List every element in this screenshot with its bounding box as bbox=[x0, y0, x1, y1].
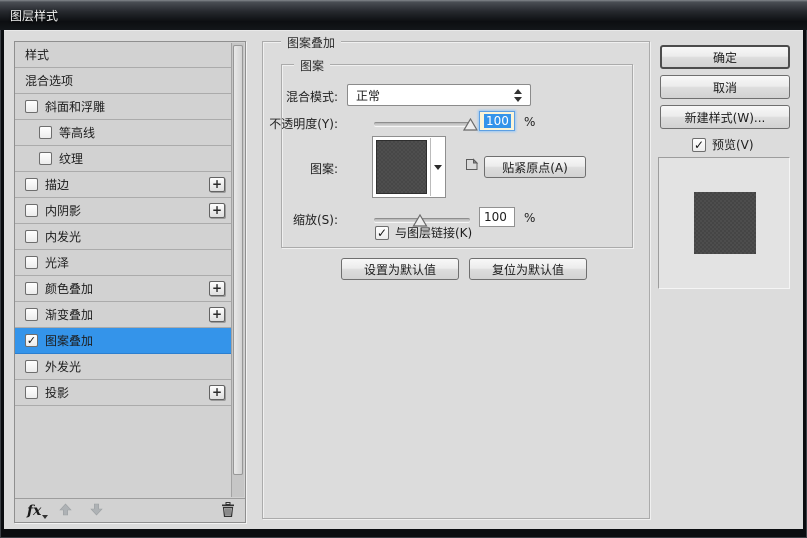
sidebar-item-inner-shadow[interactable]: 内阴影 + bbox=[15, 198, 231, 224]
sidebar-item-label: 颜色叠加 bbox=[45, 280, 93, 297]
opacity-slider[interactable] bbox=[374, 122, 472, 126]
gradient-overlay-checkbox[interactable] bbox=[25, 308, 38, 321]
blend-mode-select[interactable]: 正常 bbox=[347, 84, 531, 106]
sidebar-item-label: 图案叠加 bbox=[45, 332, 93, 349]
reset-default-button[interactable]: 复位为默认值 bbox=[469, 258, 587, 280]
pattern-overlay-panel: 图案叠加 图案 混合模式: 正常 不透明度(Y): 100 bbox=[262, 41, 650, 519]
preview-checkbox[interactable]: ✓ 预览(V) bbox=[692, 136, 754, 153]
dialog-body: 样式混合选项斜面和浮雕等高线纹理描边+内阴影+内发光光泽颜色叠加+渐变叠加+✓图… bbox=[4, 30, 803, 529]
pattern-picker[interactable] bbox=[372, 136, 446, 198]
pattern-group: 图案 混合模式: 正常 不透明度(Y): 100 % bbox=[281, 64, 633, 248]
effects-list: 样式混合选项斜面和浮雕等高线纹理描边 + 内阴影 + 内发光光泽颜色叠加 + 渐变叠加 + ✓ 图… bbox=[15, 42, 231, 406]
cancel-button[interactable]: 取消 bbox=[660, 75, 790, 99]
inner-shadow-checkbox[interactable] bbox=[25, 204, 38, 217]
sidebar-item-blending-options[interactable]: 混合选项 bbox=[15, 68, 231, 94]
satin-checkbox[interactable] bbox=[25, 256, 38, 269]
preview-swatch bbox=[694, 192, 756, 254]
sidebar-item-satin[interactable]: 光泽 bbox=[15, 250, 231, 276]
sidebar-item-outer-glow[interactable]: 外发光 bbox=[15, 354, 231, 380]
fx-caret-icon bbox=[42, 515, 48, 519]
sidebar-item-label: 渐变叠加 bbox=[45, 306, 93, 323]
delete-effect-icon[interactable] bbox=[221, 502, 235, 520]
blend-mode-value: 正常 bbox=[356, 87, 380, 104]
fx-label: fx bbox=[27, 503, 41, 519]
bevel-emboss-checkbox[interactable] bbox=[25, 100, 38, 113]
opacity-unit: % bbox=[524, 115, 535, 129]
sidebar-item-stroke[interactable]: 描边 + bbox=[15, 172, 231, 198]
move-effect-down-icon[interactable] bbox=[90, 503, 103, 519]
stroke-checkbox[interactable] bbox=[25, 178, 38, 191]
select-spinner-icon bbox=[514, 89, 522, 102]
move-effect-up-icon[interactable] bbox=[59, 503, 72, 519]
sidebar-item-label: 斜面和浮雕 bbox=[45, 98, 105, 115]
sidebar-item-pattern-overlay[interactable]: ✓ 图案叠加 bbox=[15, 328, 231, 354]
sidebar-item-texture[interactable]: 纹理 bbox=[15, 146, 231, 172]
group-title: 图案 bbox=[294, 57, 330, 74]
checkbox-check-icon: ✓ bbox=[375, 226, 389, 240]
set-default-button[interactable]: 设置为默认值 bbox=[341, 258, 459, 280]
sidebar-item-color-overlay[interactable]: 颜色叠加 + bbox=[15, 276, 231, 302]
sidebar-item-label: 投影 bbox=[45, 384, 69, 401]
opacity-slider-thumb[interactable] bbox=[463, 118, 478, 131]
sidebar-footer: fx bbox=[15, 498, 245, 522]
pattern-swatch[interactable] bbox=[376, 140, 427, 194]
color-overlay-checkbox[interactable] bbox=[25, 282, 38, 295]
titlebar[interactable]: 图层样式 bbox=[0, 0, 807, 30]
checkbox-check-icon: ✓ bbox=[692, 138, 706, 152]
add-color-overlay-icon[interactable]: + bbox=[209, 281, 225, 296]
section-title: 图案叠加 bbox=[281, 34, 341, 51]
inner-glow-checkbox[interactable] bbox=[25, 230, 38, 243]
texture-checkbox[interactable] bbox=[39, 152, 52, 165]
contour-checkbox[interactable] bbox=[39, 126, 52, 139]
pattern-overlay-checkbox[interactable]: ✓ bbox=[25, 334, 38, 347]
add-stroke-icon[interactable]: + bbox=[209, 177, 225, 192]
scrollbar-thumb[interactable] bbox=[233, 45, 243, 475]
sidebar-item-label: 纹理 bbox=[59, 150, 83, 167]
sidebar-item-drop-shadow[interactable]: 投影 + bbox=[15, 380, 231, 406]
sidebar-item-label: 样式 bbox=[25, 46, 49, 63]
preview-panel bbox=[658, 157, 790, 289]
add-drop-shadow-icon[interactable]: + bbox=[209, 385, 225, 400]
new-pattern-icon[interactable] bbox=[464, 157, 479, 175]
link-with-layer-checkbox[interactable]: ✓ 与图层链接(K) bbox=[375, 224, 472, 241]
drop-shadow-checkbox[interactable] bbox=[25, 386, 38, 399]
new-style-button[interactable]: 新建样式(W)... bbox=[660, 105, 790, 129]
sidebar-item-styles[interactable]: 样式 bbox=[15, 42, 231, 68]
sidebar-item-label: 等高线 bbox=[59, 124, 95, 141]
blend-mode-label: 混合模式: bbox=[286, 88, 338, 105]
dialog-title: 图层样式 bbox=[10, 7, 58, 24]
effects-sidebar: 样式混合选项斜面和浮雕等高线纹理描边 + 内阴影 + 内发光光泽颜色叠加 + 渐变叠加 + ✓ 图… bbox=[14, 41, 246, 523]
sidebar-item-label: 外发光 bbox=[45, 358, 81, 375]
opacity-input[interactable]: 100 bbox=[479, 111, 515, 131]
layer-style-dialog: 图层样式 样式混合选项斜面和浮雕等高线纹理描边+内阴影+内发光光泽颜色叠加+渐变… bbox=[0, 0, 807, 538]
sidebar-item-gradient-overlay[interactable]: 渐变叠加 + bbox=[15, 302, 231, 328]
sidebar-scrollbar[interactable] bbox=[231, 43, 244, 497]
sidebar-item-inner-glow[interactable]: 内发光 bbox=[15, 224, 231, 250]
sidebar-item-label: 混合选项 bbox=[25, 72, 73, 89]
scale-value: 100 bbox=[484, 210, 507, 224]
pattern-label: 图案: bbox=[310, 160, 338, 177]
add-gradient-overlay-icon[interactable]: + bbox=[209, 307, 225, 322]
add-inner-shadow-icon[interactable]: + bbox=[209, 203, 225, 218]
sidebar-item-label: 描边 bbox=[45, 176, 69, 193]
sidebar-item-bevel-emboss[interactable]: 斜面和浮雕 bbox=[15, 94, 231, 120]
pattern-dropdown-arrow-icon[interactable] bbox=[430, 138, 444, 196]
ok-button[interactable]: 确定 bbox=[660, 45, 790, 69]
sidebar-item-label: 光泽 bbox=[45, 254, 69, 271]
fx-menu-button[interactable]: fx bbox=[27, 503, 41, 519]
opacity-label: 不透明度(Y): bbox=[269, 115, 338, 132]
preview-label: 预览(V) bbox=[712, 136, 754, 153]
scale-slider[interactable] bbox=[374, 218, 470, 222]
scale-label: 缩放(S): bbox=[293, 211, 338, 228]
sidebar-item-label: 内阴影 bbox=[45, 202, 81, 219]
sidebar-item-label: 内发光 bbox=[45, 228, 81, 245]
outer-glow-checkbox[interactable] bbox=[25, 360, 38, 373]
sidebar-item-contour[interactable]: 等高线 bbox=[15, 120, 231, 146]
snap-to-origin-button[interactable]: 贴紧原点(A) bbox=[484, 156, 586, 178]
opacity-value: 100 bbox=[484, 114, 511, 128]
link-with-layer-label: 与图层链接(K) bbox=[395, 224, 472, 241]
scale-input[interactable]: 100 bbox=[479, 207, 515, 227]
scale-unit: % bbox=[524, 211, 535, 225]
